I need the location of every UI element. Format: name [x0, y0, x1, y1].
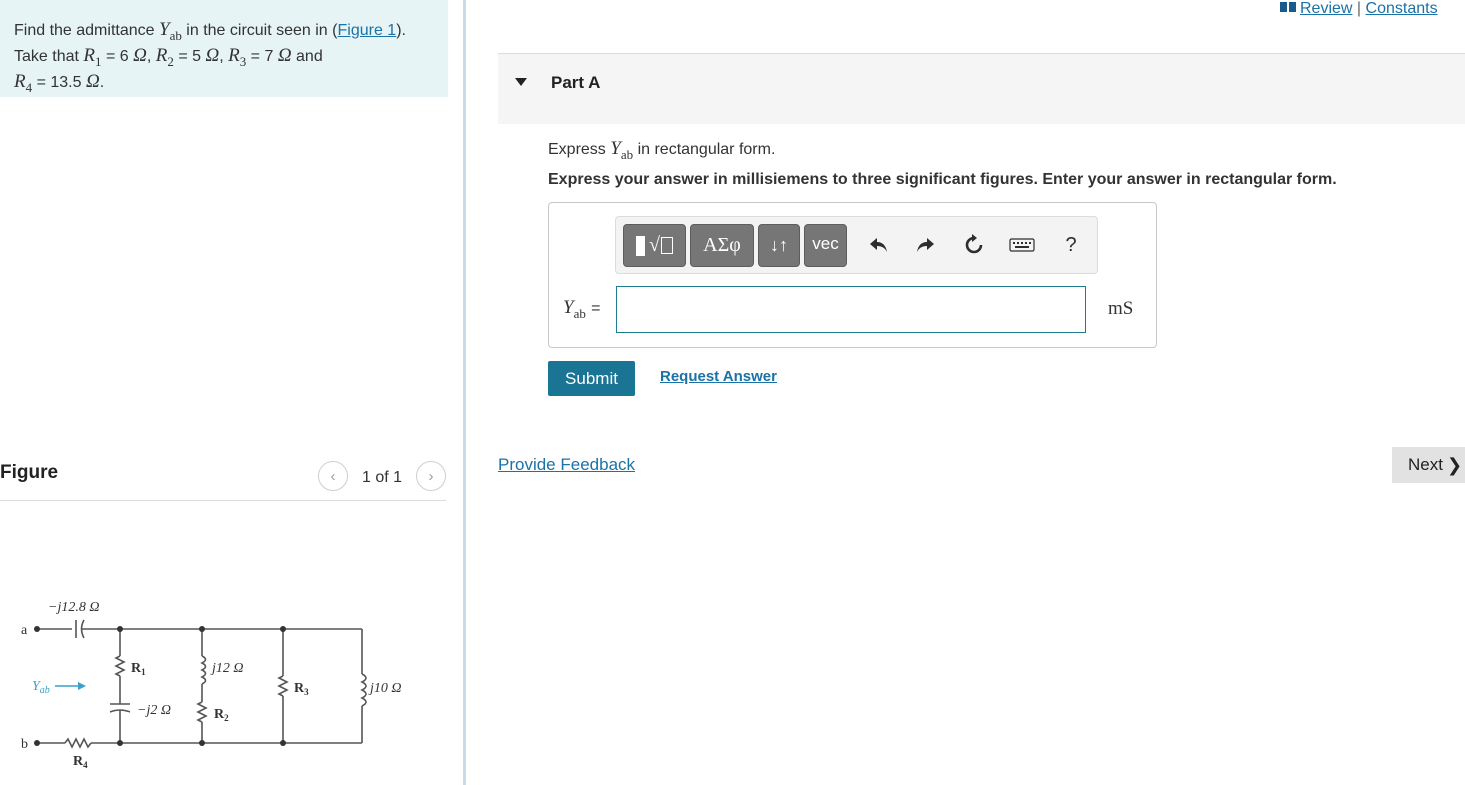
vector-button[interactable]: vec: [804, 224, 847, 267]
undo-icon[interactable]: [866, 232, 892, 258]
keyboard-icon[interactable]: [1009, 232, 1035, 258]
node-a-label: a: [21, 623, 28, 638]
review-constants-links: Review | Constants: [1280, 0, 1438, 18]
problem-line2-prefix: Take that: [14, 47, 79, 65]
r4-value: = 13.5: [36, 73, 82, 91]
reset-icon[interactable]: [961, 232, 987, 258]
figure-title: Figure: [0, 462, 59, 483]
r4-label: R4: [73, 754, 88, 770]
yab-label: Yab: [32, 679, 50, 696]
template-block-icon: [636, 235, 645, 256]
sub-superscript-button[interactable]: ↓↑: [758, 224, 800, 267]
comma: ,: [219, 47, 224, 65]
problem-intro-close: ).: [396, 22, 406, 39]
chevron-right-icon: ›: [428, 467, 434, 485]
ind2-label: j10 Ω: [368, 681, 402, 696]
redo-icon[interactable]: [912, 232, 938, 258]
r3-value: = 7: [250, 47, 274, 65]
submit-button[interactable]: Submit: [548, 361, 635, 396]
problem-intro-after: in the circuit seen in (: [186, 22, 338, 39]
cap2-label: −j2 Ω: [137, 703, 171, 718]
r3-symbol: R3: [228, 44, 247, 69]
header-separator: |: [1356, 0, 1362, 17]
r2-symbol: R2: [155, 44, 174, 69]
next-label: Next: [1408, 455, 1443, 474]
book-icon: [1280, 2, 1296, 12]
instruction-bold: Express your answer in millisiemens to t…: [548, 171, 1337, 188]
template-button[interactable]: √: [623, 224, 686, 267]
problem-statement: Find the admittance Yab in the circuit s…: [0, 0, 448, 97]
prev-figure-button[interactable]: ‹: [318, 461, 348, 491]
node-b-label: b: [21, 737, 28, 752]
r1-value: = 6: [105, 47, 129, 65]
answer-label: Yab =: [563, 297, 601, 321]
ohm-symbol: Ω: [277, 44, 292, 66]
chevron-left-icon: ‹: [330, 467, 336, 485]
circuit-diagram: −j12.8 Ω a b Yab R1 j12 Ω −j2 Ω R2 R3 j1…: [21, 600, 402, 770]
answer-input[interactable]: [616, 286, 1086, 333]
r1-symbol: R1: [83, 44, 102, 69]
request-answer-link[interactable]: Request Answer: [660, 368, 777, 385]
r3-label: R3: [294, 681, 309, 697]
provide-feedback-link[interactable]: Provide Feedback: [498, 455, 635, 475]
answer-unit: mS: [1108, 298, 1134, 319]
box-icon: [660, 237, 673, 254]
chevron-right-icon: ❯: [1446, 454, 1463, 475]
greek-symbols-button[interactable]: ΑΣφ: [690, 224, 754, 267]
and-text: and: [296, 47, 323, 65]
problem-intro: Find the admittance: [14, 22, 155, 39]
panel-divider: [463, 0, 466, 785]
next-button[interactable]: Next ❯: [1392, 447, 1465, 483]
yab-symbol: Yab: [610, 138, 634, 162]
figure-link[interactable]: Figure 1: [337, 22, 396, 39]
ohm-symbol: Ω: [85, 70, 100, 92]
figure-counter: 1 of 1: [362, 469, 403, 486]
review-link[interactable]: Review: [1300, 0, 1352, 17]
cap-top-label: −j12.8 Ω: [48, 600, 99, 615]
ohm-symbol: Ω: [133, 44, 147, 66]
instruction-text: Express Yab in rectangular form.: [548, 138, 776, 162]
r2-label: R2: [214, 707, 229, 723]
yab-symbol: Yab: [158, 19, 182, 43]
help-button[interactable]: ?: [1058, 232, 1084, 258]
ind1-label: j12 Ω: [210, 661, 244, 676]
figure-divider: [0, 500, 446, 501]
constants-link[interactable]: Constants: [1366, 0, 1438, 17]
sqrt-icon: √: [649, 234, 660, 256]
r1-label: R1: [131, 661, 146, 677]
r4-symbol: R4: [14, 70, 33, 95]
comma: ,: [146, 47, 152, 65]
caret-down-icon[interactable]: [515, 78, 527, 86]
part-header[interactable]: [498, 54, 1465, 124]
ohm-symbol: Ω: [205, 44, 220, 66]
r2-value: = 5: [178, 47, 201, 65]
part-title[interactable]: Part A: [551, 73, 600, 93]
next-figure-button[interactable]: ›: [416, 461, 446, 491]
